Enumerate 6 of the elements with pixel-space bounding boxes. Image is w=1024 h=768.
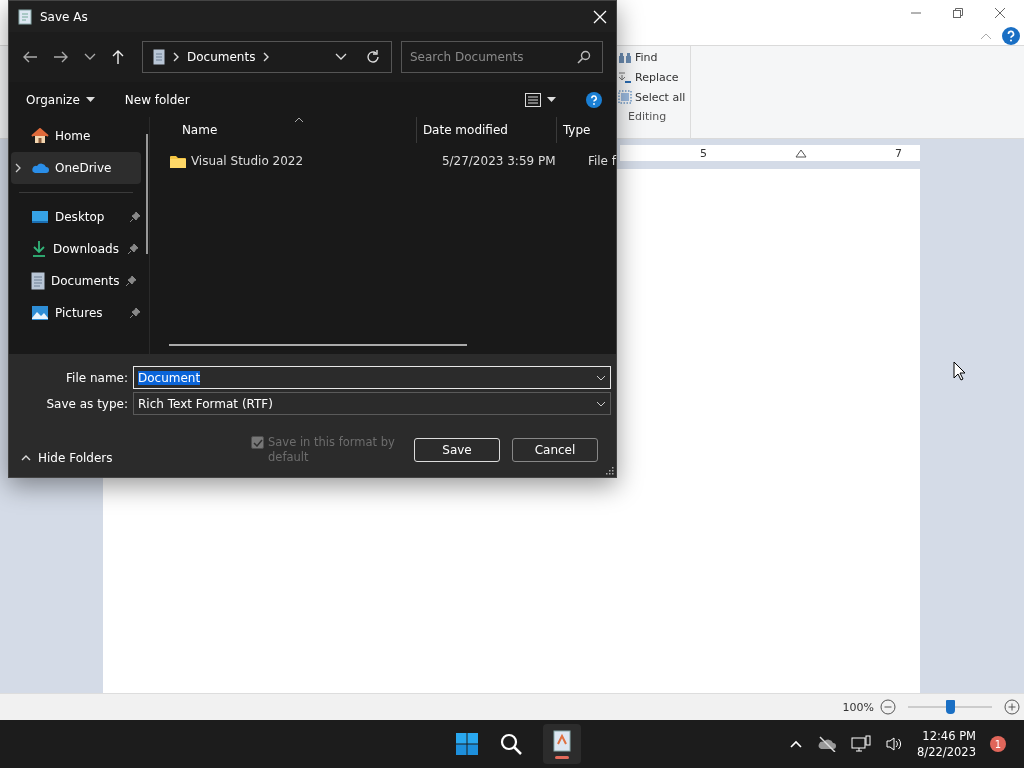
- zoom-level: 100%: [842, 700, 874, 714]
- window-title: Save As: [40, 9, 88, 24]
- ruler: 5 7: [620, 145, 920, 161]
- group-label: Editing: [627, 110, 668, 123]
- field-label: File name:: [65, 370, 128, 385]
- field-label: Save as type:: [45, 396, 128, 411]
